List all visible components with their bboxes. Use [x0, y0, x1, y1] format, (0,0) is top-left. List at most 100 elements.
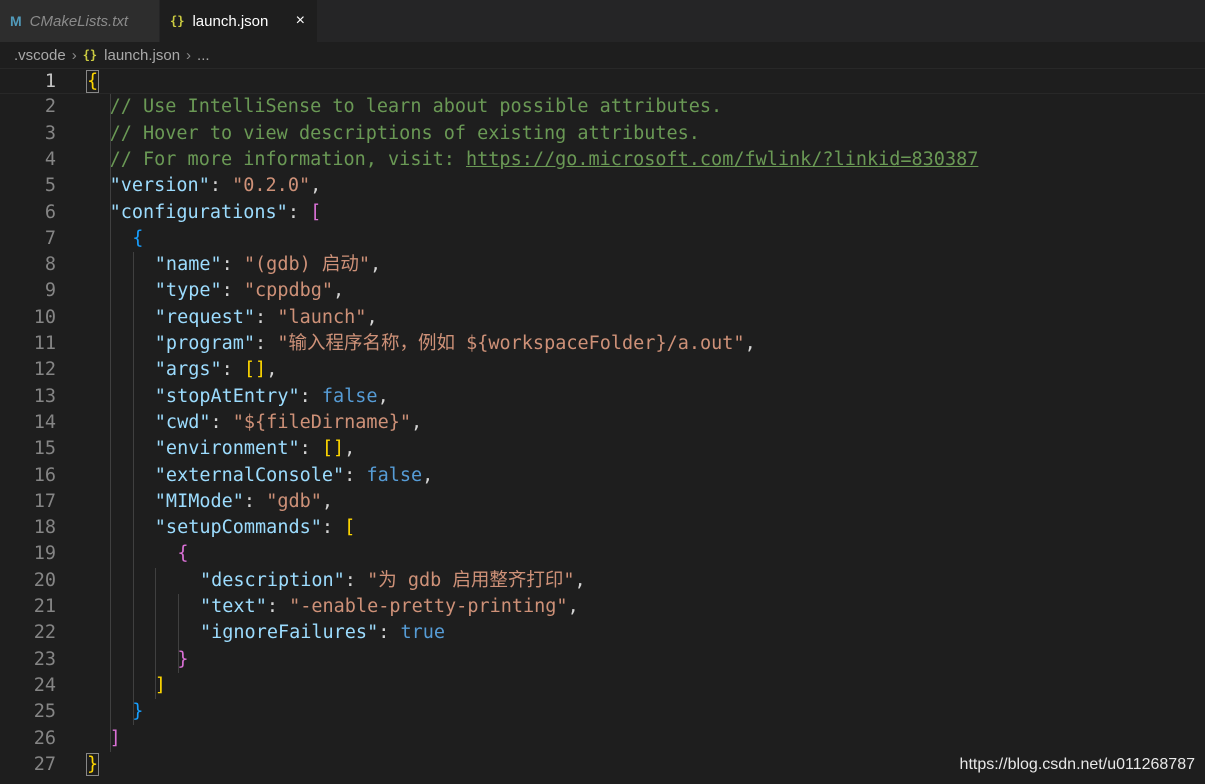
- code-text: "cwd": "${fileDirname}",: [154, 411, 423, 433]
- line-number: 17: [33, 490, 56, 512]
- code-line[interactable]: 7{: [0, 226, 1205, 252]
- line-number: 25: [33, 701, 56, 723]
- code-text: {: [132, 227, 144, 249]
- close-icon[interactable]: ×: [296, 12, 305, 30]
- code-text: "environment": [],: [154, 438, 356, 460]
- line-number: 23: [33, 648, 56, 670]
- code-line[interactable]: 14 "cwd": "${fileDirname}",: [0, 410, 1205, 436]
- code-line[interactable]: 10 "request": "launch",: [0, 305, 1205, 331]
- line-number: 1: [44, 71, 56, 92]
- json-file-icon: {}: [170, 14, 185, 28]
- line-number: 27: [33, 753, 56, 775]
- line-number: 22: [33, 622, 56, 644]
- code-text: "setupCommands": [: [154, 517, 356, 539]
- breadcrumb-file[interactable]: launch.json: [104, 47, 180, 64]
- indent-guide: [110, 94, 111, 752]
- line-number: 21: [33, 596, 56, 617]
- code-text: "description": "为 gdb 启用整齐打印",: [200, 569, 586, 591]
- code-line[interactable]: 8 "name": "(gdb) 启动",: [0, 252, 1205, 278]
- breadcrumb: .vscode › {} launch.json › ...: [0, 42, 1205, 68]
- code-text: "externalConsole": false,: [154, 464, 434, 486]
- code-line[interactable]: 18 "setupCommands": [: [0, 515, 1205, 541]
- code-text: "version": "0.2.0",: [109, 175, 322, 197]
- code-line[interactable]: 23}: [0, 647, 1205, 673]
- code-line[interactable]: 11 "program": "输入程序名称，例如 ${workspaceFolde…: [0, 331, 1205, 357]
- code-line[interactable]: 21 "text": "-enable-pretty-printing",: [0, 594, 1205, 620]
- line-number: 16: [33, 464, 56, 486]
- code-text: "MIMode": "gdb",: [154, 490, 334, 512]
- code-text: "ignoreFailures": true: [200, 622, 446, 644]
- code-line[interactable]: 20 "description": "为 gdb 启用整齐打印",: [0, 568, 1205, 594]
- line-number: 19: [33, 543, 56, 565]
- code-line[interactable]: 4 // For more information, visit: https:/…: [0, 147, 1205, 173]
- code-text: }: [132, 701, 144, 723]
- code-line[interactable]: 3 // Hover to view descriptions of existi…: [0, 121, 1205, 147]
- breadcrumb-folder[interactable]: .vscode: [14, 47, 66, 64]
- code-line[interactable]: 15 "environment": [],: [0, 436, 1205, 462]
- line-number: 7: [44, 227, 56, 249]
- chevron-right-icon: ›: [71, 46, 77, 64]
- line-number: 20: [33, 569, 56, 591]
- code-text: {: [85, 70, 100, 93]
- line-number: 6: [44, 201, 56, 223]
- indent-guide: [132, 252, 134, 726]
- code-text: "type": "cppdbg",: [154, 280, 345, 302]
- code-line[interactable]: 16 "externalConsole": false,: [0, 463, 1205, 489]
- code-line[interactable]: 22 "ignoreFailures": true: [0, 620, 1205, 646]
- code-text: }: [177, 648, 189, 670]
- indent-guide: [155, 567, 157, 700]
- code-editor[interactable]: 1{2// Use IntelliSense to learn about po…: [0, 68, 1205, 784]
- code-line[interactable]: 13 "stopAtEntry": false,: [0, 384, 1205, 410]
- code-line[interactable]: 6 "configurations": [: [0, 200, 1205, 226]
- indent-guide: [177, 594, 179, 673]
- tab-launch-json[interactable]: {} launch.json ×: [160, 0, 318, 42]
- code-line[interactable]: 5 "version": "0.2.0",: [0, 173, 1205, 199]
- line-number: 10: [33, 306, 56, 328]
- code-text: }: [85, 752, 100, 776]
- line-number: 2: [44, 96, 56, 118]
- code-text: {: [177, 543, 189, 565]
- cmake-file-icon: M: [10, 13, 22, 29]
- code-line[interactable]: 1{: [0, 68, 1205, 95]
- line-number: 15: [33, 438, 56, 460]
- line-number: 3: [44, 122, 56, 144]
- line-number: 12: [33, 359, 56, 381]
- watermark: https://blog.csdn.net/u011268787: [959, 756, 1195, 773]
- code-text: // For more information, visit: https://…: [109, 148, 979, 170]
- code-line[interactable]: 9 "type": "cppdbg",: [0, 278, 1205, 304]
- json-file-icon: {}: [82, 48, 98, 62]
- code-text: "text": "-enable-pretty-printing",: [200, 596, 579, 617]
- line-number: 11: [33, 333, 56, 354]
- code-text: "stopAtEntry": false,: [154, 385, 389, 407]
- line-number: 8: [44, 254, 56, 276]
- line-number: 14: [33, 411, 56, 433]
- code-line[interactable]: 2 // Use IntelliSense to learn about poss…: [0, 94, 1205, 120]
- code-text: "program": "输入程序名称，例如 ${workspaceFolder}…: [154, 333, 756, 354]
- code-line[interactable]: 12 "args": [],: [0, 357, 1205, 383]
- code-text: "request": "launch",: [154, 306, 378, 328]
- code-text: "args": [],: [154, 359, 278, 381]
- code-line[interactable]: 24]: [0, 673, 1205, 699]
- tab-cmakelists[interactable]: M CMakeLists.txt: [0, 0, 160, 42]
- line-number: 9: [44, 280, 56, 302]
- tab-label: launch.json: [192, 12, 269, 30]
- tab-bar: M CMakeLists.txt {} launch.json ×: [0, 0, 1205, 42]
- code-line[interactable]: 17 "MIMode": "gdb",: [0, 489, 1205, 515]
- code-text: ]: [109, 727, 121, 749]
- breadcrumb-more[interactable]: ...: [197, 47, 210, 64]
- code-text: // Use IntelliSense to learn about possi…: [109, 96, 723, 118]
- line-number: 13: [33, 385, 56, 407]
- code-line[interactable]: 26]: [0, 726, 1205, 752]
- line-number: 4: [44, 148, 56, 170]
- code-line[interactable]: 19 {: [0, 541, 1205, 567]
- line-number: 5: [44, 175, 56, 197]
- line-number: 26: [33, 727, 56, 749]
- code-text: // Hover to view descriptions of existin…: [109, 122, 700, 144]
- line-number: 24: [33, 674, 56, 696]
- chevron-right-icon: ›: [186, 46, 192, 64]
- code-text: "name": "(gdb) 启动",: [154, 254, 382, 276]
- line-number: 18: [33, 517, 56, 539]
- code-line[interactable]: 25}: [0, 699, 1205, 725]
- tab-label: CMakeLists.txt: [29, 12, 129, 30]
- code-text: ]: [154, 674, 166, 696]
